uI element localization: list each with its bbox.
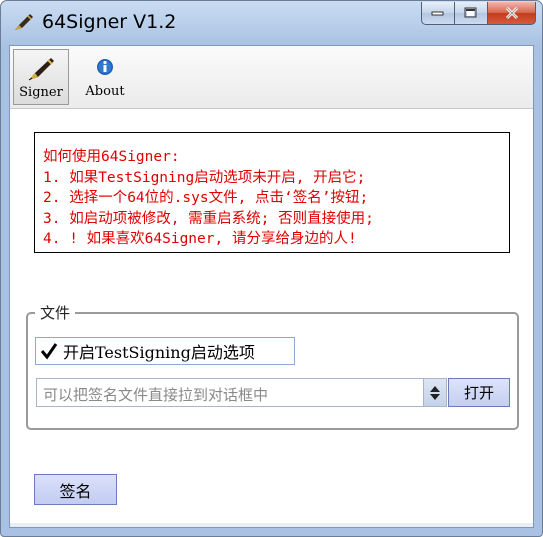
toolbar-signer-button[interactable]: Signer [13, 49, 69, 105]
file-path-combobox[interactable]: 可以把签名文件直接拉到对话框中 [36, 378, 447, 407]
pen-icon [28, 58, 54, 81]
toolbar: Signer About [10, 46, 533, 109]
instruction-line: 3. 如启动项被修改, 需重启系统; 否则直接使用; [43, 210, 374, 227]
window-title: 64Signer V1.2 [42, 11, 177, 33]
instruction-line: 4. ! 如果喜欢64Signer, 请分享给身边的人! [43, 231, 357, 247]
maximize-icon [464, 7, 477, 18]
title-bar[interactable]: 64Signer V1.2 [1, 1, 542, 43]
instruction-line: 1. 如果TestSigning启动选项未开启, 开启它; [43, 169, 366, 186]
toolbar-signer-label: Signer [19, 85, 63, 100]
checkmark-icon [40, 342, 58, 360]
app-window: 64Signer V1.2 Signer About 如何使用64Signer:… [0, 0, 543, 537]
file-group-legend: 文件 [40, 304, 71, 322]
info-icon [97, 59, 113, 75]
pen-icon [15, 14, 33, 30]
testsigning-checkbox[interactable]: 开启TestSigning启动选项 [35, 337, 295, 365]
up-down-arrow-icon [430, 385, 440, 400]
close-button[interactable] [488, 2, 536, 25]
minimize-button[interactable] [421, 2, 455, 25]
testsigning-label: 开启TestSigning启动选项 [63, 343, 255, 362]
file-path-placeholder: 可以把签名文件直接拉到对话框中 [43, 386, 269, 404]
sign-button[interactable]: 签名 [34, 474, 117, 505]
maximize-button[interactable] [455, 2, 488, 25]
status-bar [10, 523, 533, 527]
minimize-icon [431, 11, 444, 16]
file-path-spinner[interactable] [423, 379, 446, 406]
instruction-line: 2. 选择一个64位的.sys文件, 点击‘签名’按钮; [43, 190, 369, 206]
toolbar-about-button[interactable]: About [77, 49, 133, 105]
caption-buttons [421, 2, 536, 25]
toolbar-about-label: About [85, 84, 125, 99]
client-area: Signer About 如何使用64Signer: 1. 如果TestSign… [9, 45, 534, 528]
close-icon [505, 6, 518, 20]
open-file-button[interactable]: 打开 [448, 378, 510, 407]
usage-instructions: 如何使用64Signer: 1. 如果TestSigning启动选项未开启, 开… [34, 132, 510, 253]
file-groupbox: 文件 开启TestSigning启动选项 可以把签名文件直接拉到对话框中 打开 [26, 302, 519, 430]
instruction-heading: 如何使用64Signer: [43, 149, 180, 165]
